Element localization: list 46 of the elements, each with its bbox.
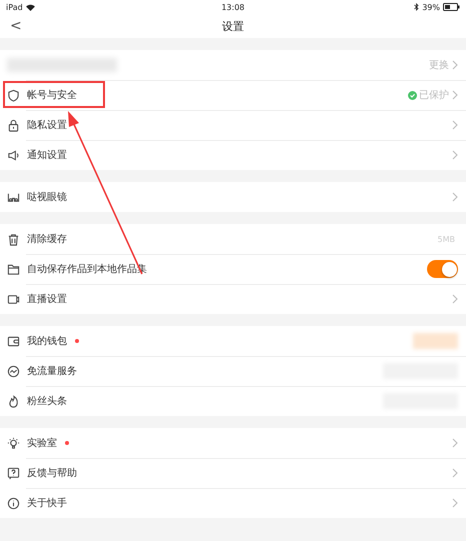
- folder-icon: [7, 262, 20, 276]
- row-label: 帐号与安全: [27, 88, 77, 102]
- row-label: 反馈与帮助: [27, 466, 77, 480]
- settings-row[interactable]: 哒视眼镜: [0, 182, 466, 212]
- lock-icon: [7, 118, 20, 132]
- gauge-icon: [7, 364, 20, 378]
- lightbulb-icon: [7, 436, 20, 450]
- speaker-icon: [7, 148, 20, 162]
- row-label: 我的钱包: [27, 334, 67, 348]
- shield-icon: [7, 88, 20, 102]
- settings-row[interactable]: 帐号与安全 已保护: [0, 80, 466, 110]
- row-label: 免流量服务: [27, 364, 77, 378]
- row-label: 清除缓存: [27, 232, 67, 246]
- help-icon: [7, 466, 20, 480]
- page-title: 设置: [222, 18, 244, 34]
- clock-time: 13:08: [221, 2, 245, 12]
- device-name: iPad: [6, 2, 23, 12]
- settings-row[interactable]: 实验室: [0, 428, 466, 458]
- row-value: 更换: [429, 59, 449, 72]
- trash-icon: [7, 232, 20, 246]
- wallet-icon: [7, 334, 20, 348]
- toggle-switch[interactable]: [427, 260, 458, 278]
- settings-row[interactable]: 免流量服务: [0, 356, 466, 386]
- settings-row[interactable]: 直播设置: [0, 284, 466, 314]
- row-label: 隐私设置: [27, 118, 67, 132]
- settings-row[interactable]: 关于快手: [0, 488, 466, 518]
- bluetooth-icon: [414, 3, 420, 11]
- row-label: 实验室: [27, 436, 57, 450]
- camera-icon: [7, 292, 20, 306]
- flame-icon: [7, 394, 20, 408]
- row-value: 已保护: [419, 88, 449, 102]
- back-button[interactable]: <: [6, 17, 26, 35]
- settings-row[interactable]: 粉丝头条: [0, 386, 466, 416]
- wifi-icon: [26, 4, 35, 10]
- info-icon: [7, 496, 20, 510]
- settings-row[interactable]: 我的钱包: [0, 326, 466, 356]
- row-label: 哒视眼镜: [27, 190, 67, 204]
- row-label: 通知设置: [27, 148, 67, 162]
- settings-row[interactable]: 通知设置: [0, 140, 466, 170]
- row-label: 粉丝头条: [27, 394, 67, 408]
- settings-row[interactable]: 隐私设置: [0, 110, 466, 140]
- battery-icon: [443, 3, 460, 11]
- row-label: 关于快手: [27, 496, 67, 510]
- battery-percent: 39%: [422, 2, 440, 12]
- settings-row[interactable]: 反馈与帮助: [0, 458, 466, 488]
- row-label: 直播设置: [27, 292, 67, 306]
